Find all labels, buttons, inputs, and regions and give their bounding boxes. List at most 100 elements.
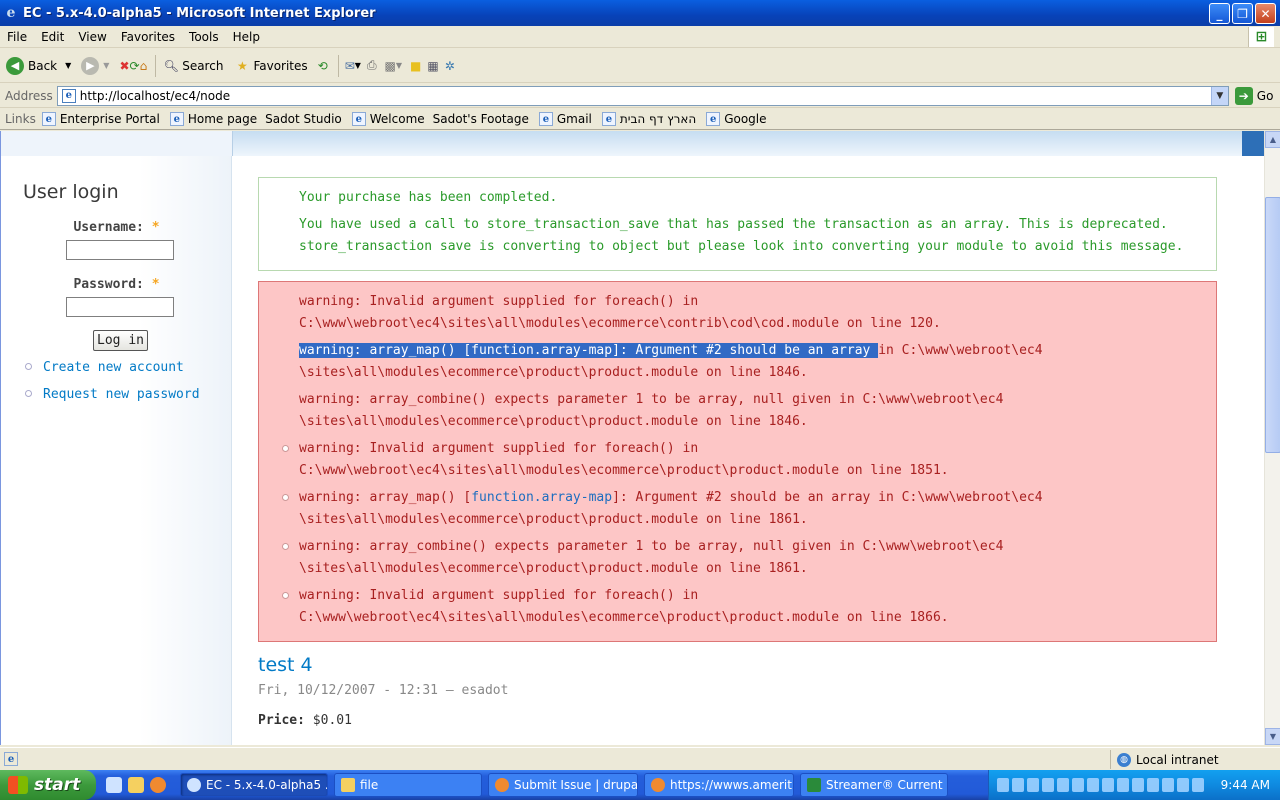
- task-label: Streamer® Current ...: [826, 778, 948, 792]
- tray-icon[interactable]: [1147, 778, 1159, 792]
- scroll-down-icon[interactable]: ▼: [1265, 728, 1280, 745]
- history-icon[interactable]: ⟲: [318, 59, 328, 73]
- forward-button[interactable]: ▶ ▼: [81, 56, 109, 75]
- ie-page-icon: e: [538, 112, 553, 126]
- discuss-icon[interactable]: ■: [410, 59, 421, 73]
- menu-bar: File Edit View Favorites Tools Help ⊞: [0, 26, 1280, 48]
- title-bar: e EC - 5.x-4.0-alpha5 - Microsoft Intern…: [0, 0, 1280, 26]
- mail-icon[interactable]: ✉: [345, 59, 355, 73]
- security-zone: ◍ Local intranet: [1110, 750, 1270, 769]
- favorites-button[interactable]: ★ Favorites: [233, 57, 308, 75]
- link-haaretz[interactable]: e הארץ דף הבית: [601, 112, 696, 126]
- task-ie[interactable]: EC - 5.x-4.0-alpha5 ...: [180, 773, 328, 797]
- node-title-link[interactable]: test 4: [258, 654, 313, 676]
- page-icon: e: [61, 88, 76, 103]
- tray-icon[interactable]: [1087, 778, 1099, 792]
- link-label: Enterprise Portal: [59, 112, 160, 126]
- print-icon[interactable]: ⎙: [367, 58, 377, 73]
- link-enterprise-portal[interactable]: e Enterprise Portal: [41, 112, 160, 126]
- address-input[interactable]: e http://localhost/ec4/node ▼: [56, 85, 1229, 106]
- required-mark: *: [151, 220, 160, 235]
- tray-icon[interactable]: [1042, 778, 1054, 792]
- menu-tools[interactable]: Tools: [182, 30, 226, 44]
- tray-icon[interactable]: [1162, 778, 1174, 792]
- edit-icon[interactable]: ▩: [385, 59, 396, 73]
- link-label: Sadot Studio: [265, 112, 342, 126]
- task-drupal[interactable]: Submit Issue | drupal...: [488, 773, 638, 797]
- link-sadots-footage[interactable]: Sadot's Footage: [433, 112, 529, 126]
- back-dropdown-icon[interactable]: ▼: [65, 61, 71, 70]
- menu-favorites[interactable]: Favorites: [114, 30, 182, 44]
- bullet-icon: [282, 592, 289, 599]
- menu-edit[interactable]: Edit: [34, 30, 71, 44]
- login-button[interactable]: Log in: [93, 330, 148, 351]
- link-welcome[interactable]: e Welcome: [351, 112, 425, 126]
- go-label: Go: [1256, 88, 1274, 103]
- error-text: in C:\www\webroot\ec4: [878, 343, 1043, 358]
- back-button[interactable]: ◀ Back ▼: [6, 56, 71, 75]
- tray-icon[interactable]: [1012, 778, 1024, 792]
- link-sadot-studio[interactable]: Sadot Studio: [265, 112, 342, 126]
- ie-icon: [187, 778, 201, 792]
- tray-icon[interactable]: [1072, 778, 1084, 792]
- stop-icon[interactable]: ✖: [119, 59, 129, 73]
- task-file[interactable]: file: [334, 773, 482, 797]
- ie-quicklaunch-icon[interactable]: [106, 777, 122, 793]
- status-message: You have used a call to store_transactio…: [299, 217, 1184, 254]
- links-bar: Links e Enterprise Portal e Home page Sado…: [0, 109, 1280, 130]
- td-icon: [807, 778, 821, 792]
- vertical-scrollbar[interactable]: ▲ ▼: [1264, 131, 1280, 745]
- task-streamer[interactable]: Streamer® Current ...: [800, 773, 948, 797]
- outlook-quicklaunch-icon[interactable]: [128, 777, 144, 793]
- tray-icon[interactable]: [1117, 778, 1129, 792]
- refresh-icon[interactable]: ⟳: [130, 59, 140, 73]
- header-gradient: [232, 131, 1242, 156]
- tray-icon[interactable]: [1027, 778, 1039, 792]
- password-input[interactable]: [66, 297, 174, 317]
- tray-icon[interactable]: [1132, 778, 1144, 792]
- go-button[interactable]: ➔ Go: [1234, 86, 1274, 105]
- forward-dropdown-icon[interactable]: ▼: [103, 61, 109, 70]
- request-password-link[interactable]: Request new password: [43, 387, 200, 402]
- clock[interactable]: 9:44 AM: [1221, 778, 1270, 792]
- start-button[interactable]: start: [0, 770, 96, 800]
- password-label: Password: *: [1, 277, 232, 292]
- close-button[interactable]: ✕: [1255, 3, 1276, 24]
- selected-text: warning: array_map() [function.array-map…: [299, 343, 879, 358]
- search-button[interactable]: 🔍︎ Search: [162, 57, 224, 75]
- link-gmail[interactable]: e Gmail: [538, 112, 592, 126]
- messenger-icon[interactable]: ✲: [445, 59, 455, 73]
- restore-button[interactable]: ❐: [1232, 3, 1253, 24]
- address-bar: Address e http://localhost/ec4/node ▼ ➔ …: [0, 84, 1280, 108]
- tray-icon[interactable]: [997, 778, 1009, 792]
- link-google[interactable]: e Google: [706, 112, 767, 126]
- link-home-page[interactable]: e Home page: [169, 112, 257, 126]
- address-url[interactable]: http://localhost/ec4/node: [80, 89, 230, 103]
- error-text: warning: array_map() [: [299, 490, 472, 505]
- menu-file[interactable]: File: [0, 30, 34, 44]
- error-text: \sites\all\modules\ecommerce\product\pro…: [299, 512, 808, 527]
- address-dropdown-icon[interactable]: ▼: [1210, 86, 1228, 105]
- price-label: Price:: [258, 713, 305, 728]
- task-label: EC - 5.x-4.0-alpha5 ...: [206, 778, 328, 792]
- tray-icon[interactable]: [1177, 778, 1189, 792]
- tray-icon[interactable]: [1192, 778, 1204, 792]
- firefox-quicklaunch-icon[interactable]: [150, 777, 166, 793]
- tray-icon[interactable]: [1057, 778, 1069, 792]
- create-account-link[interactable]: Create new account: [43, 360, 184, 375]
- username-input[interactable]: [66, 240, 174, 260]
- scroll-up-icon[interactable]: ▲: [1265, 131, 1280, 148]
- mail-dropdown-icon[interactable]: ▼: [355, 61, 361, 70]
- scroll-thumb[interactable]: [1265, 197, 1280, 453]
- ie-page-icon: e: [706, 112, 721, 126]
- required-mark: *: [151, 277, 160, 292]
- function-array-map-link[interactable]: function.array-map: [471, 490, 612, 505]
- task-ameritrade[interactable]: https://wwws.amerit...: [644, 773, 794, 797]
- edit-dropdown-icon[interactable]: ▼: [396, 61, 402, 70]
- minimize-button[interactable]: _: [1209, 3, 1230, 24]
- menu-help[interactable]: Help: [226, 30, 267, 44]
- home-icon[interactable]: ⌂: [140, 59, 148, 73]
- menu-view[interactable]: View: [71, 30, 113, 44]
- tray-icon[interactable]: [1102, 778, 1114, 792]
- research-icon[interactable]: ▦: [427, 59, 438, 73]
